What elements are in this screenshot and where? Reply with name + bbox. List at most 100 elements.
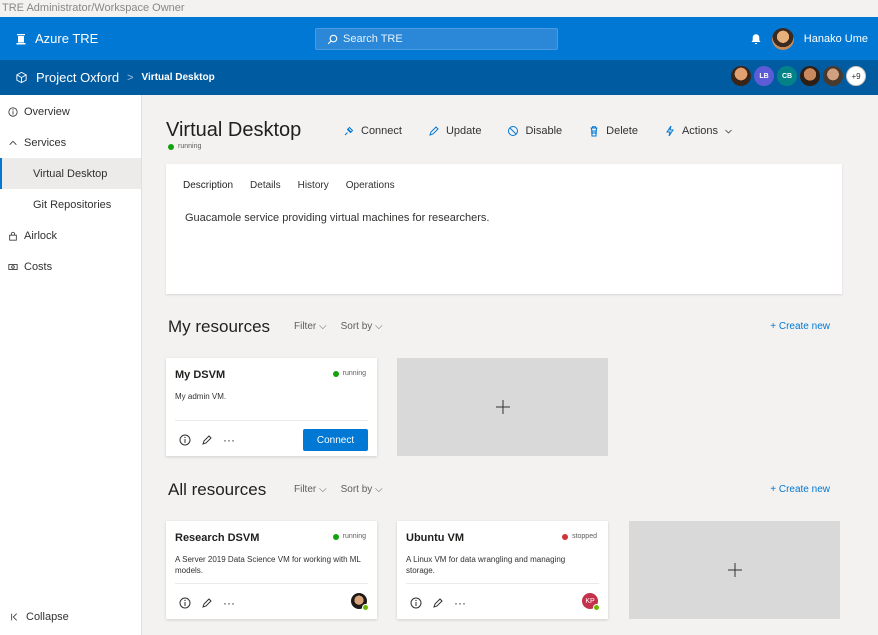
tab-history[interactable]: History: [298, 180, 329, 191]
workspace-bar: Project Oxford > Virtual Desktop LB CB +…: [0, 60, 878, 95]
filter-button[interactable]: Filter ⌵: [294, 484, 327, 495]
card-actions: ···: [179, 597, 235, 609]
sidebar-item-git-repositories[interactable]: Git Repositories: [0, 189, 141, 220]
sidebar-item-overview[interactable]: Overview: [0, 96, 141, 127]
sort-button[interactable]: Sort by ⌵: [341, 484, 383, 495]
command-bar: Connect Update Disable Delete Actions: [343, 125, 733, 137]
details-tabs: Description Details History Operations: [166, 164, 842, 191]
resource-card[interactable]: My DSVM running My admin VM. ··· Connect: [166, 358, 377, 456]
flask-icon: [16, 33, 26, 44]
breadcrumb: Project Oxford > Virtual Desktop: [0, 70, 215, 85]
resource-card[interactable]: Research DSVM running A Server 2019 Data…: [166, 521, 377, 619]
member-avatar[interactable]: [823, 66, 843, 86]
chevron-up-icon: [9, 140, 17, 145]
sidebar-item-label: Overview: [24, 105, 70, 118]
collapse-icon: [11, 613, 17, 621]
search-icon: [327, 34, 338, 44]
add-resource-card[interactable]: [629, 521, 840, 619]
collapse-label: Collapse: [26, 611, 69, 623]
sidebar-item-label: Airlock: [24, 229, 58, 242]
tab-description[interactable]: Description: [183, 180, 233, 191]
page-title: Virtual Desktop: [166, 119, 302, 141]
status-badge: running: [332, 533, 366, 540]
resource-card[interactable]: Ubuntu VM stopped A Linux VM for data wr…: [397, 521, 608, 619]
notification-bell-icon[interactable]: [750, 33, 762, 45]
user-avatar[interactable]: [771, 27, 794, 50]
owner-avatar[interactable]: [351, 593, 369, 611]
collapse-button[interactable]: Collapse: [10, 611, 69, 623]
member-avatar[interactable]: [800, 66, 820, 86]
filter-button[interactable]: Filter ⌵: [294, 321, 327, 332]
app-title: Azure TRE: [35, 31, 99, 46]
all-resources-heading: All resources: [168, 480, 267, 499]
add-resource-card[interactable]: [397, 358, 608, 456]
more-options-icon[interactable]: ···: [223, 597, 235, 609]
member-avatar[interactable]: LB: [754, 66, 774, 86]
sidebar-item-label: Costs: [24, 260, 53, 273]
member-avatar[interactable]: [731, 66, 751, 86]
update-button[interactable]: Update: [428, 125, 481, 137]
disable-button[interactable]: Disable: [507, 125, 562, 137]
connect-button[interactable]: Connect: [343, 125, 402, 137]
connect-button[interactable]: Connect: [303, 429, 368, 451]
workspace-name[interactable]: Project Oxford: [36, 70, 119, 85]
tab-operations[interactable]: Operations: [346, 180, 395, 191]
sidebar-item-virtual-desktop[interactable]: Virtual Desktop: [0, 158, 141, 189]
update-label: Update: [445, 125, 482, 137]
sidebar-item-airlock[interactable]: Airlock: [0, 220, 141, 251]
edit-icon[interactable]: [201, 434, 213, 446]
disable-icon: [508, 126, 519, 136]
card-divider: [406, 583, 599, 584]
workspace-members[interactable]: LB CB +9: [731, 66, 866, 86]
edit-icon[interactable]: [201, 597, 213, 609]
plus-icon: [727, 563, 742, 577]
main-content: Virtual Desktop running Connect Update D…: [143, 95, 878, 635]
plus-icon: [495, 400, 510, 414]
sidebar-item-label: Git Repositories: [33, 198, 112, 211]
create-new-button[interactable]: + Create new: [770, 321, 830, 332]
card-divider: [175, 420, 368, 421]
plug-icon: [344, 126, 354, 136]
more-options-icon[interactable]: ···: [223, 434, 235, 446]
resource-name: Ubuntu VM: [406, 532, 465, 544]
actions-menu-button[interactable]: Actions: [664, 125, 733, 137]
resource-description: A Server 2019 Data Science VM for workin…: [175, 555, 361, 575]
status-text: running: [178, 143, 202, 150]
trash-icon: [590, 126, 598, 137]
my-resources-controls: Filter ⌵ Sort by ⌵: [294, 321, 383, 332]
status-badge: running: [332, 370, 366, 377]
info-icon[interactable]: [179, 434, 191, 446]
money-icon: [8, 263, 18, 270]
resource-name: My DSVM: [175, 369, 226, 381]
card-actions: ···: [410, 597, 466, 609]
more-members-badge[interactable]: +9: [846, 66, 866, 86]
sidebar-item-services[interactable]: Services: [0, 127, 141, 158]
more-options-icon[interactable]: ···: [454, 597, 466, 609]
my-resources-heading: My resources: [168, 317, 271, 336]
presence-indicator: [593, 604, 600, 611]
sort-button[interactable]: Sort by ⌵: [341, 321, 383, 332]
tab-details[interactable]: Details: [250, 180, 281, 191]
lightning-icon: [666, 125, 674, 137]
edit-icon[interactable]: [432, 597, 444, 609]
resource-description: A Linux VM for data wrangling and managi…: [406, 555, 566, 575]
brand[interactable]: Azure TRE: [0, 31, 98, 46]
member-avatar[interactable]: CB: [777, 66, 797, 86]
owner-avatar[interactable]: KP: [582, 593, 600, 611]
sidebar-item-costs[interactable]: Costs: [0, 251, 141, 282]
delete-label: Delete: [606, 125, 638, 137]
lock-icon: [9, 231, 17, 241]
info-icon[interactable]: [179, 597, 191, 609]
sidebar-item-label: Virtual Desktop: [33, 167, 108, 180]
create-new-button[interactable]: + Create new: [770, 484, 830, 495]
user-name[interactable]: Hanako Ume: [804, 33, 868, 45]
info-icon[interactable]: [410, 597, 422, 609]
sidebar: Overview Services Virtual Desktop Git Re…: [0, 95, 142, 635]
search-placeholder: Search TRE: [343, 33, 403, 45]
chevron-down-icon: [725, 129, 732, 134]
delete-button[interactable]: Delete: [588, 125, 638, 137]
resource-description: My admin VM.: [175, 392, 227, 401]
search-box[interactable]: Search TRE: [315, 28, 558, 50]
actions-label: Actions: [681, 125, 719, 137]
service-details-panel: Description Details History Operations G…: [166, 164, 842, 294]
